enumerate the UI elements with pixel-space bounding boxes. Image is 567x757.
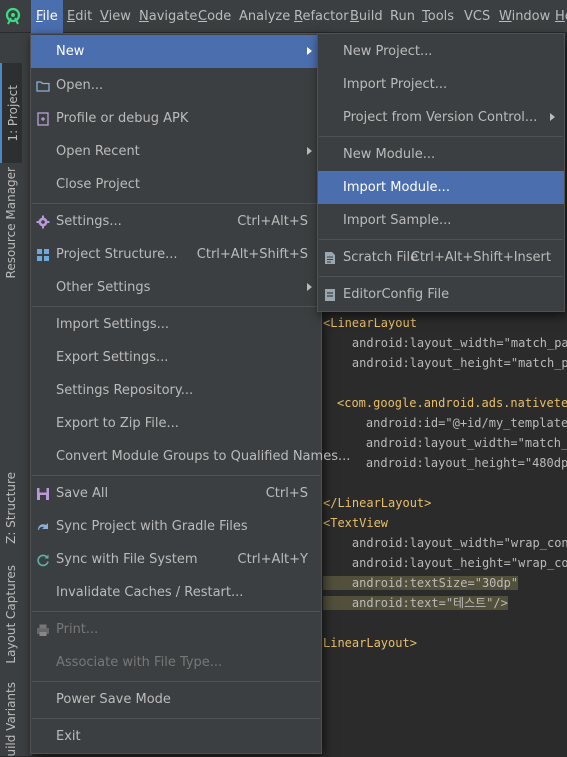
gradle-sync-icon <box>38 523 48 530</box>
menu-separator <box>319 136 563 137</box>
submenu-item-import-sample[interactable]: Import Sample... <box>318 204 564 237</box>
code-line: android:layout_height="match_pa <box>323 356 567 370</box>
menu-item-export-zip[interactable]: Export to Zip File... <box>31 407 321 440</box>
submenu-item-new-project[interactable]: New Project... <box>318 35 564 68</box>
code-line: android:text="테스트"/> <box>323 596 508 610</box>
menu-code[interactable]: Code <box>198 0 231 33</box>
layout-captures-tab[interactable]: Layout Captures <box>0 558 22 670</box>
menu-help[interactable]: He <box>555 0 567 33</box>
code-line: android:layout_width="match_pa <box>323 336 567 350</box>
submenu-item-editorconfig-file[interactable]: EditorConfig File <box>318 278 564 311</box>
menu-edit[interactable]: Edit <box>67 0 92 33</box>
submenu-item-project-from-vcs[interactable]: Project from Version Control... <box>318 101 564 134</box>
code-line: android:layout_height="480dp" <box>337 456 567 470</box>
menu-item-save-all[interactable]: Save All Ctrl+S <box>31 477 321 510</box>
submenu-item-import-module[interactable]: Import Module... <box>318 171 564 204</box>
submenu-item-import-project[interactable]: Import Project... <box>318 68 564 101</box>
scratch-file-icon <box>325 252 335 264</box>
menu-item-power-save-mode[interactable]: Power Save Mode <box>31 683 321 716</box>
menu-tools[interactable]: Tools <box>422 0 454 33</box>
structure-tool-tab-label: Z: Structure <box>4 472 18 544</box>
android-studio-logo-icon <box>5 7 21 25</box>
code-line: <LinearLayout <box>323 316 417 330</box>
menu-separator <box>32 306 320 307</box>
structure-tool-tab[interactable]: Z: Structure <box>0 463 22 553</box>
menu-file[interactable]: File <box>31 0 63 33</box>
build-variants-label: uild Variants <box>4 682 18 757</box>
menu-item-convert-module-groups[interactable]: Convert Module Groups to Qualified Names… <box>31 440 350 473</box>
menu-item-export-settings[interactable]: Export Settings... <box>31 341 321 374</box>
code-line: android:layout_width="wrap_cont <box>323 536 567 550</box>
menu-item-settings-repository[interactable]: Settings Repository... <box>31 374 321 407</box>
menu-item-sync-file-system[interactable]: Sync with File System Ctrl+Alt+Y <box>31 543 321 576</box>
project-tool-tab-label: 1: Project <box>6 84 20 142</box>
code-line: </LinearLayout> <box>323 496 432 510</box>
chevron-right-icon <box>307 147 312 155</box>
menu-analyze[interactable]: Analyze <box>239 0 290 33</box>
code-line: android:textSize="30dp" <box>323 576 519 590</box>
menu-item-other-settings[interactable]: Other Settings <box>31 271 321 304</box>
menu-item-exit[interactable]: Exit <box>31 720 321 753</box>
menu-item-new[interactable]: New <box>31 35 321 68</box>
new-submenu: New Project... Import Project... Project… <box>317 33 565 312</box>
menu-item-print: Print... <box>31 613 321 646</box>
apk-icon <box>37 112 49 126</box>
menu-separator <box>32 203 320 204</box>
menu-view[interactable]: View <box>100 0 131 33</box>
menu-separator <box>32 611 320 612</box>
print-icon <box>37 624 49 636</box>
build-variants-tab[interactable]: uild Variants <box>0 682 22 757</box>
menu-run[interactable]: Run <box>390 0 415 33</box>
menu-item-profile-apk[interactable]: Profile or debug APK <box>31 102 321 135</box>
menu-separator <box>32 475 320 476</box>
chevron-right-icon <box>550 113 555 121</box>
menu-window[interactable]: Window <box>499 0 550 33</box>
chevron-right-icon <box>307 47 312 55</box>
menu-refactor[interactable]: Refactor <box>294 0 349 33</box>
code-line: <TextView <box>323 516 389 530</box>
project-structure-icon <box>37 249 49 261</box>
menu-item-sync-gradle[interactable]: Sync Project with Gradle Files <box>31 510 321 543</box>
code-line: <com.google.android.ads.nativetem <box>337 396 567 410</box>
save-icon <box>37 488 49 500</box>
menu-item-close-project[interactable]: Close Project <box>31 168 321 201</box>
resource-manager-label: Resource Manager <box>4 167 18 279</box>
menu-item-project-structure[interactable]: Project Structure... Ctrl+Alt+Shift+S <box>31 238 321 271</box>
menu-build[interactable]: Build <box>350 0 383 33</box>
code-line: android:id="@+id/my_template" <box>337 416 567 430</box>
menu-separator <box>32 681 320 682</box>
menu-navigate[interactable]: Navigate <box>139 0 197 33</box>
menu-item-open-recent[interactable]: Open Recent <box>31 135 321 168</box>
menu-item-import-settings[interactable]: Import Settings... <box>31 308 321 341</box>
code-line: LinearLayout> <box>323 636 417 650</box>
layout-captures-label: Layout Captures <box>4 564 18 664</box>
code-line: android:layout_height="wrap_con <box>323 556 567 570</box>
code-line: android:layout_width="match_p <box>337 436 567 450</box>
file-menu: New Open... Profile or debug APK Open Re… <box>30 33 350 754</box>
refresh-icon <box>37 554 49 567</box>
chevron-right-icon <box>307 283 312 291</box>
menu-vcs[interactable]: VCS <box>464 0 490 33</box>
gear-icon <box>36 215 50 229</box>
submenu-item-new-module[interactable]: New Module... <box>318 138 564 171</box>
menu-separator <box>32 718 320 719</box>
project-tool-tab[interactable]: 1: Project <box>0 63 24 163</box>
menu-separator <box>319 239 563 240</box>
resource-manager-tab[interactable]: Resource Manager <box>0 163 22 283</box>
folder-icon <box>36 81 50 92</box>
menu-separator <box>319 276 563 277</box>
menu-item-settings[interactable]: Settings... Ctrl+Alt+S <box>31 205 321 238</box>
menu-item-associate-file-type: Associate with File Type... <box>56 655 223 670</box>
editorconfig-icon <box>325 289 335 301</box>
tool-window-strip: 1: Project Resource Manager Z: Structure… <box>0 33 24 757</box>
menu-item-open[interactable]: Open... <box>31 69 321 102</box>
menu-bar: File Edit View Navigate Code Analyze Ref… <box>0 0 567 33</box>
submenu-item-scratch-file[interactable]: Scratch File Ctrl+Alt+Shift+Insert <box>318 241 564 274</box>
menu-item-invalidate-caches[interactable]: Invalidate Caches / Restart... <box>31 576 321 609</box>
